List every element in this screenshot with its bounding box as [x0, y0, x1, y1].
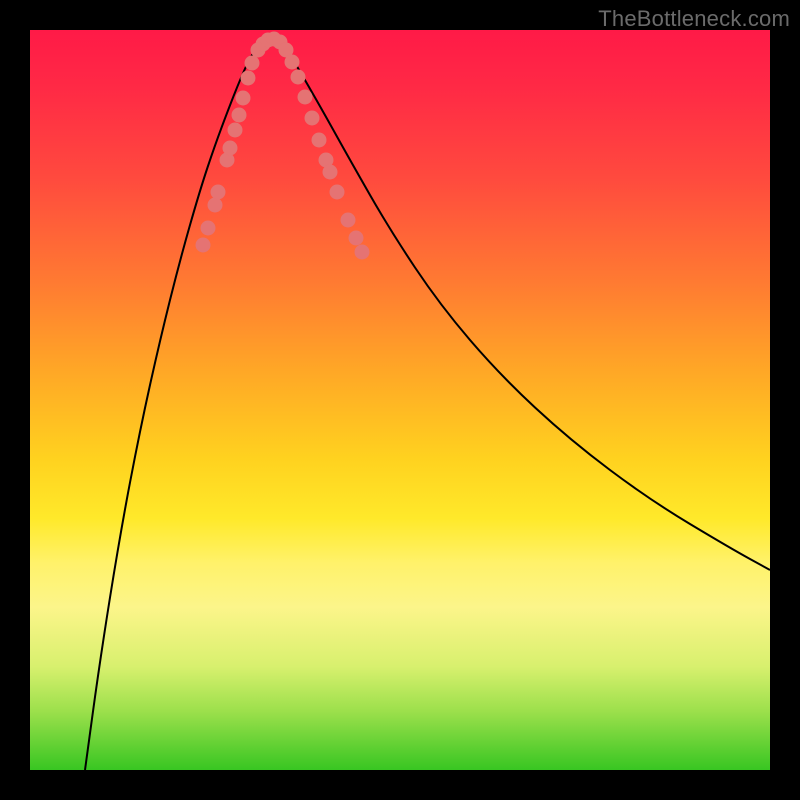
- scatter-group: [196, 32, 370, 260]
- plot-area: [30, 30, 770, 770]
- scatter-point: [211, 185, 226, 200]
- curve-right: [275, 38, 770, 570]
- scatter-point: [228, 123, 243, 138]
- scatter-point: [196, 238, 211, 253]
- scatter-point: [291, 70, 306, 85]
- scatter-point: [355, 245, 370, 260]
- scatter-point: [305, 111, 320, 126]
- scatter-point: [349, 231, 364, 246]
- scatter-point: [298, 90, 313, 105]
- curve-right-branch: [275, 38, 770, 570]
- scatter-point: [245, 56, 260, 71]
- scatter-point: [236, 91, 251, 106]
- watermark-label: TheBottleneck.com: [598, 6, 790, 32]
- curve-left: [85, 38, 265, 770]
- curve-left-branch: [85, 38, 265, 770]
- scatter-point: [208, 198, 223, 213]
- scatter-point: [223, 141, 238, 156]
- scatter-point: [341, 213, 356, 228]
- chart-frame: TheBottleneck.com: [0, 0, 800, 800]
- scatter-point: [312, 133, 327, 148]
- curve-svg: [30, 30, 770, 770]
- scatter-point: [323, 165, 338, 180]
- scatter-point: [285, 55, 300, 70]
- scatter-point: [232, 108, 247, 123]
- scatter-point: [330, 185, 345, 200]
- scatter-point: [201, 221, 216, 236]
- scatter-point: [241, 71, 256, 86]
